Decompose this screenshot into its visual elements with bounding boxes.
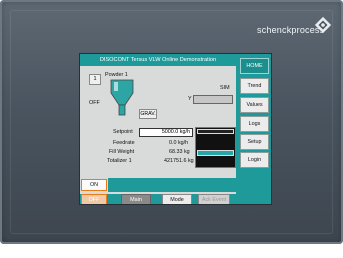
sim-label: SIM xyxy=(220,85,230,91)
feedrate-label: Feedrate xyxy=(113,140,135,146)
screen-title: DISOCONT Tersus VLW Online Demonstration xyxy=(80,54,236,66)
feeder-state: OFF xyxy=(89,100,100,106)
status-strip xyxy=(108,178,236,192)
fill-weight-value: 68.33 kg xyxy=(169,149,190,155)
on-button[interactable]: ON xyxy=(81,179,107,191)
totalizer-label: Totalizer 1 xyxy=(107,158,132,164)
mode-button[interactable]: Mode xyxy=(162,194,192,204)
feeder-number[interactable]: 1 xyxy=(89,74,101,85)
fill-level-bar xyxy=(197,150,234,156)
fill-weight-label: Fill Weight xyxy=(109,149,135,155)
setpoint-field[interactable]: 5000.0 kg/h xyxy=(139,128,193,137)
totalizer-value: 421751.6 kg xyxy=(164,158,194,164)
ack-event-button[interactable]: Ack Event xyxy=(198,194,230,204)
sidebar: HOME Trend Values Logs Setup Login xyxy=(236,54,271,204)
feedrate-value: 0.0 kg/h xyxy=(169,140,189,146)
main-button[interactable]: Main xyxy=(121,194,151,204)
setpoint-label: Setpoint xyxy=(113,129,133,135)
hopper-icon xyxy=(110,79,134,116)
sidebar-item-logs[interactable]: Logs xyxy=(240,116,269,132)
hmi-device: schenckprocess DISOCONT Tersus VLW Onlin… xyxy=(0,0,343,244)
grav-button[interactable]: GRAV. xyxy=(139,109,157,119)
y-value-field[interactable] xyxy=(193,95,233,104)
sidebar-item-trend[interactable]: Trend xyxy=(240,78,269,94)
feeder-panel: 1 Powder 1 SIM OFF GRAV. Y Setpoint 5000… xyxy=(80,66,236,194)
sidebar-item-login[interactable]: Login xyxy=(240,152,269,168)
sidebar-item-values[interactable]: Values xyxy=(240,97,269,113)
hmi-screen: DISOCONT Tersus VLW Online Demonstration… xyxy=(79,53,272,205)
brand-logo-icon xyxy=(314,16,332,34)
sidebar-item-home[interactable]: HOME xyxy=(240,58,269,74)
feedrate-bar xyxy=(197,129,234,134)
sidebar-item-setup[interactable]: Setup xyxy=(240,134,269,150)
feeder-name: Powder 1 xyxy=(105,72,128,78)
y-label: Y xyxy=(188,96,192,102)
off-button[interactable]: OFF xyxy=(81,194,107,204)
